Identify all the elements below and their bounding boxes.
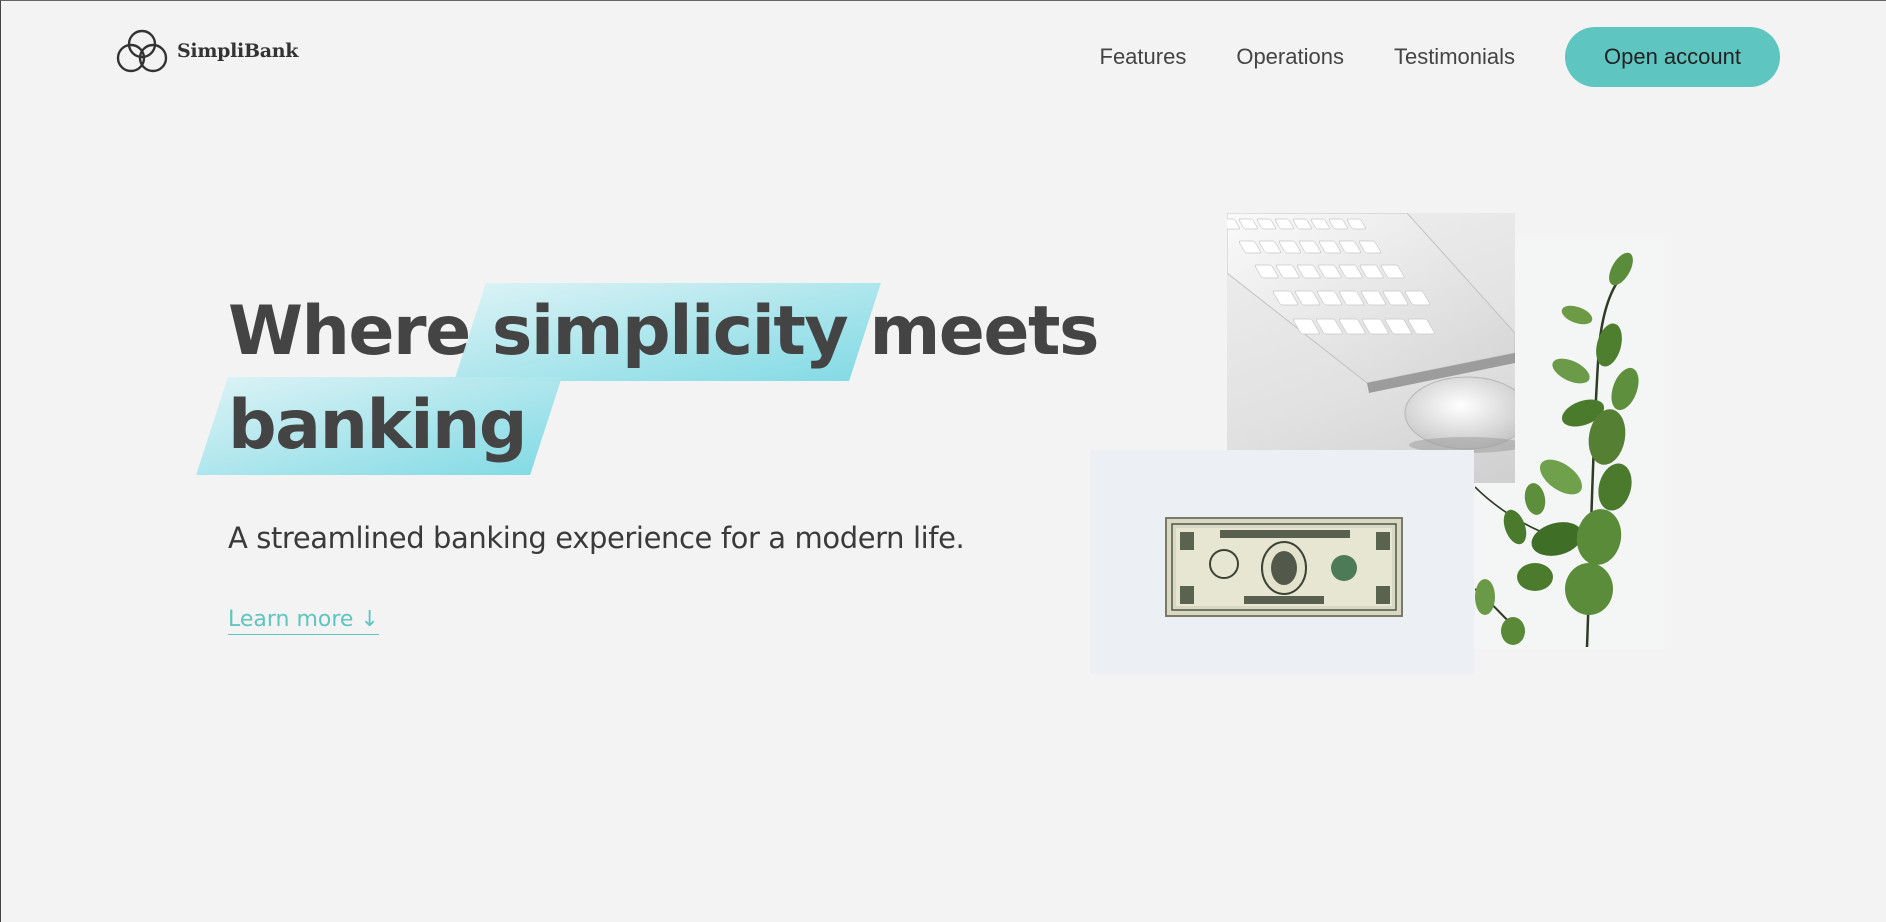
logo-text: SimpliBank [177, 40, 299, 62]
open-account-button[interactable]: Open account [1565, 27, 1780, 87]
dollar-bill-icon [1090, 450, 1474, 674]
headline-highlight-simplicity: simplicity [492, 285, 849, 379]
navbar: SimpliBank Features Operations Testimoni… [1, 1, 1886, 113]
nav-link-testimonials[interactable]: Testimonials [1394, 44, 1515, 70]
learn-more-link[interactable]: Learn more ↓ [228, 607, 379, 635]
hero-subtitle: A streamlined banking experience for a m… [228, 521, 965, 555]
headline-highlight-banking: banking [228, 379, 528, 473]
dollar-image [1090, 450, 1474, 674]
nav-link-features[interactable]: Features [1100, 44, 1187, 70]
headline-prefix: Where [228, 292, 492, 371]
keyboard-mouse-icon [1227, 213, 1515, 453]
headline-middle: meets [847, 292, 1099, 371]
nav-links: Features Operations Testimonials Open ac… [1100, 27, 1780, 87]
logo[interactable]: SimpliBank [113, 28, 298, 74]
page: SimpliBank Features Operations Testimoni… [0, 0, 1886, 922]
keyboard-image [1227, 213, 1515, 483]
hero-headline: Where simplicity meets banking [228, 285, 1128, 473]
three-rings-logo-icon [116, 29, 168, 73]
nav-link-operations[interactable]: Operations [1236, 44, 1344, 70]
